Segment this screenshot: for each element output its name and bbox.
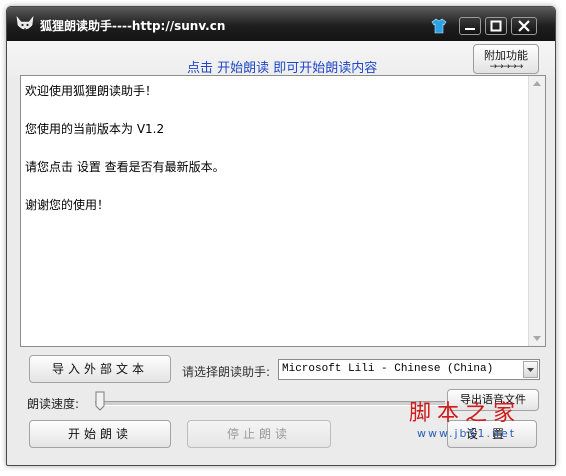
voice-select-label: 请选择朗读助手:	[182, 365, 271, 379]
skin-shirt-icon[interactable]	[431, 18, 447, 34]
dropdown-button[interactable]	[523, 361, 538, 378]
scroll-down-icon[interactable]	[532, 335, 542, 342]
text-editor[interactable]: 欢迎使用狐狸朗读助手！ 您使用的当前版本为 V1.2 请您点击 设置 查看是否有最新…	[20, 75, 546, 347]
hint-text: 点击 开始朗读 即可开始朗读内容	[187, 61, 378, 76]
speed-slider-track[interactable]	[95, 401, 445, 406]
arrow-right-icon: →→→→→	[489, 62, 524, 72]
extra-features-label: 附加功能	[484, 49, 528, 62]
settings-button[interactable]: 设置	[447, 420, 537, 448]
minimize-icon	[465, 28, 475, 30]
sub-header: 点击 开始朗读 即可开始朗读内容 附加功能 →→→→→	[7, 41, 555, 77]
speed-label: 朗读速度:	[27, 397, 80, 411]
close-button[interactable]	[511, 17, 537, 35]
editor-line: 您使用的当前版本为 V1.2	[25, 122, 165, 136]
start-reading-button[interactable]: 开始朗读	[29, 420, 171, 448]
editor-content[interactable]: 欢迎使用狐狸朗读助手！ 您使用的当前版本为 V1.2 请您点击 设置 查看是否有最新…	[25, 82, 525, 215]
editor-line: 谢谢您的使用！	[25, 198, 110, 212]
speed-slider-thumb[interactable]	[95, 391, 105, 411]
extra-features-button[interactable]: 附加功能 →→→→→	[473, 44, 539, 74]
voice-select[interactable]: Microsoft Lili - Chinese (China)	[278, 359, 540, 380]
vertical-scrollbar[interactable]	[528, 76, 545, 346]
editor-line: 请您点击 设置 查看是否有最新版本。	[25, 160, 225, 174]
import-text-button[interactable]: 导入外部文本	[29, 355, 171, 383]
window-title: 狐狸朗读助手----http://sunv.cn	[40, 19, 226, 33]
maximize-button[interactable]	[485, 17, 507, 35]
editor-line: 欢迎使用狐狸朗读助手！	[25, 84, 158, 98]
voice-select-value: Microsoft Lili - Chinese (China)	[282, 363, 494, 375]
fox-app-icon	[16, 15, 34, 30]
app-window: 狐狸朗读助手----http://sunv.cn 点击 开始朗读 即可开始朗读内…	[6, 6, 556, 466]
close-icon	[518, 20, 530, 32]
minimize-button[interactable]	[459, 17, 481, 35]
chevron-down-icon	[527, 368, 534, 372]
title-bar[interactable]: 狐狸朗读助手----http://sunv.cn	[7, 7, 555, 41]
stop-reading-button[interactable]: 停止朗读	[187, 420, 331, 448]
maximize-icon	[490, 20, 502, 32]
export-audio-button[interactable]: 导出语音文件	[447, 389, 539, 411]
scroll-up-icon[interactable]	[532, 80, 542, 87]
